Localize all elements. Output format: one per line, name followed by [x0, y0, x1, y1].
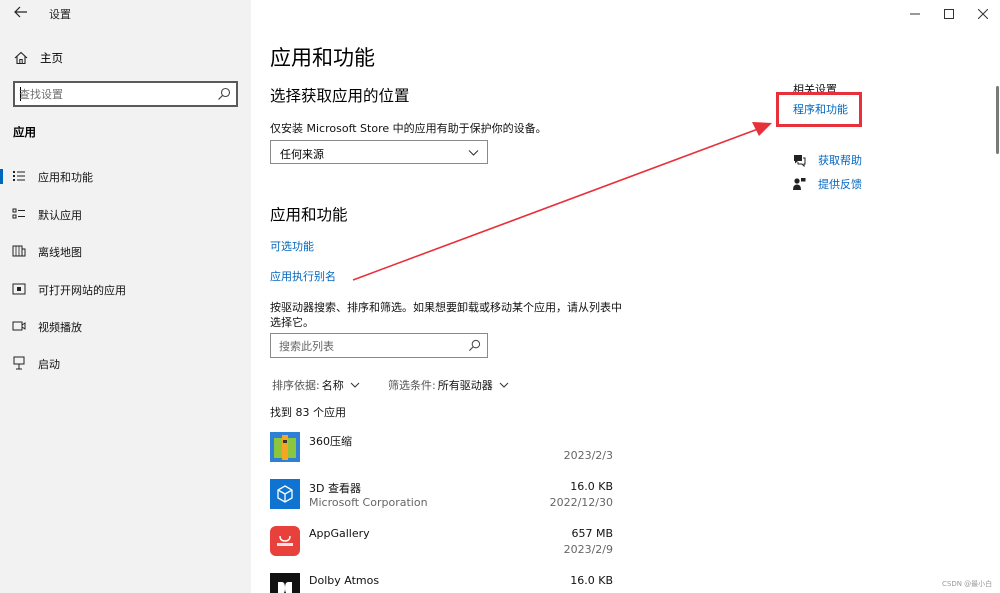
- annotation-arrow: [352, 122, 772, 281]
- settings-window: 设置 主页 应用 应用和功能: [0, 0, 1000, 593]
